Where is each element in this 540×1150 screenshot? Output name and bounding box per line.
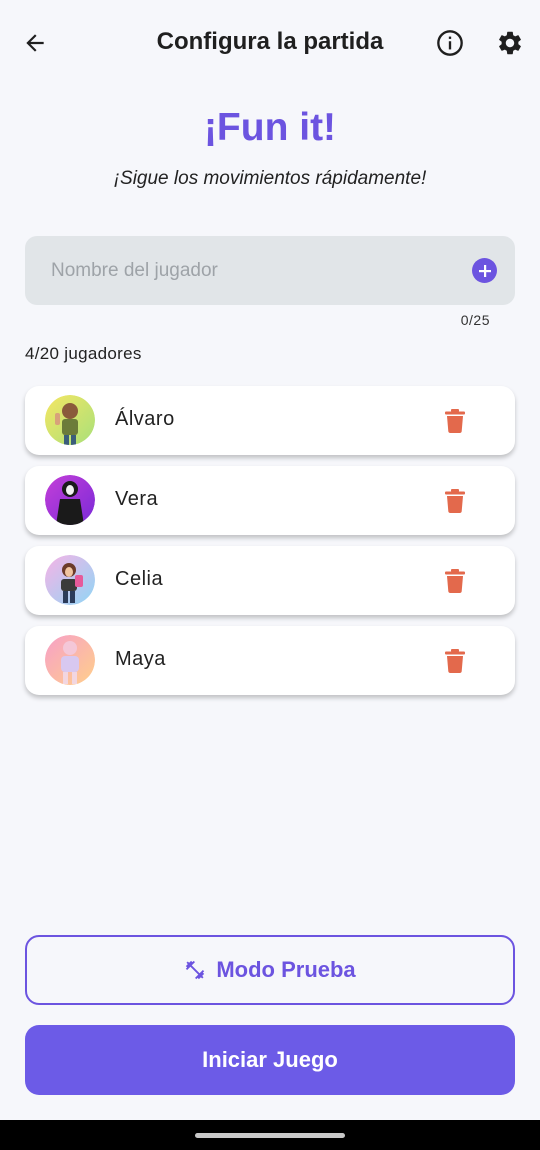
player-name: Vera	[115, 488, 159, 510]
info-button[interactable]	[428, 21, 472, 65]
player-card: Vera	[25, 466, 515, 535]
plus-circle-icon	[478, 264, 491, 277]
avatar	[45, 395, 95, 445]
player-card: Celia	[25, 546, 515, 615]
start-game-button[interactable]: Iniciar Juego	[25, 1025, 515, 1095]
delete-player-button[interactable]	[441, 646, 469, 676]
settings-button[interactable]	[488, 21, 532, 65]
delete-player-button[interactable]	[441, 566, 469, 596]
info-icon	[437, 30, 463, 56]
player-card: Álvaro	[25, 386, 515, 455]
player-name: Álvaro	[115, 408, 175, 430]
player-name-input[interactable]	[51, 236, 471, 305]
player-name-field	[25, 236, 515, 305]
avatar	[45, 555, 95, 605]
delete-player-button[interactable]	[441, 486, 469, 516]
app-bar: Configura la partida	[0, 0, 540, 88]
avatar	[45, 635, 95, 685]
trash-icon	[445, 489, 465, 513]
game-subtitle: ¡Sigue los movimientos rápidamente!	[113, 168, 427, 189]
trash-icon	[445, 649, 465, 673]
delete-player-button[interactable]	[441, 406, 469, 436]
trash-icon	[445, 569, 465, 593]
start-game-label: Iniciar Juego	[202, 1047, 338, 1072]
dumbbell-icon	[186, 960, 205, 980]
player-card: Maya	[25, 626, 515, 695]
character-counter: 0/25	[460, 312, 490, 328]
gear-icon	[499, 31, 521, 55]
players-count: 4/20 jugadores	[25, 344, 142, 363]
game-title: ¡Fun it!	[203, 106, 337, 149]
system-nav-bar	[0, 1120, 540, 1150]
test-mode-label: Modo Prueba	[216, 957, 356, 982]
add-player-button[interactable]	[472, 258, 497, 283]
trash-icon	[445, 409, 465, 433]
player-name: Celia	[115, 568, 164, 590]
test-mode-button[interactable]: Modo Prueba	[25, 935, 515, 1005]
home-gesture-handle[interactable]	[195, 1133, 345, 1138]
avatar	[45, 475, 95, 525]
player-name: Maya	[115, 648, 166, 670]
